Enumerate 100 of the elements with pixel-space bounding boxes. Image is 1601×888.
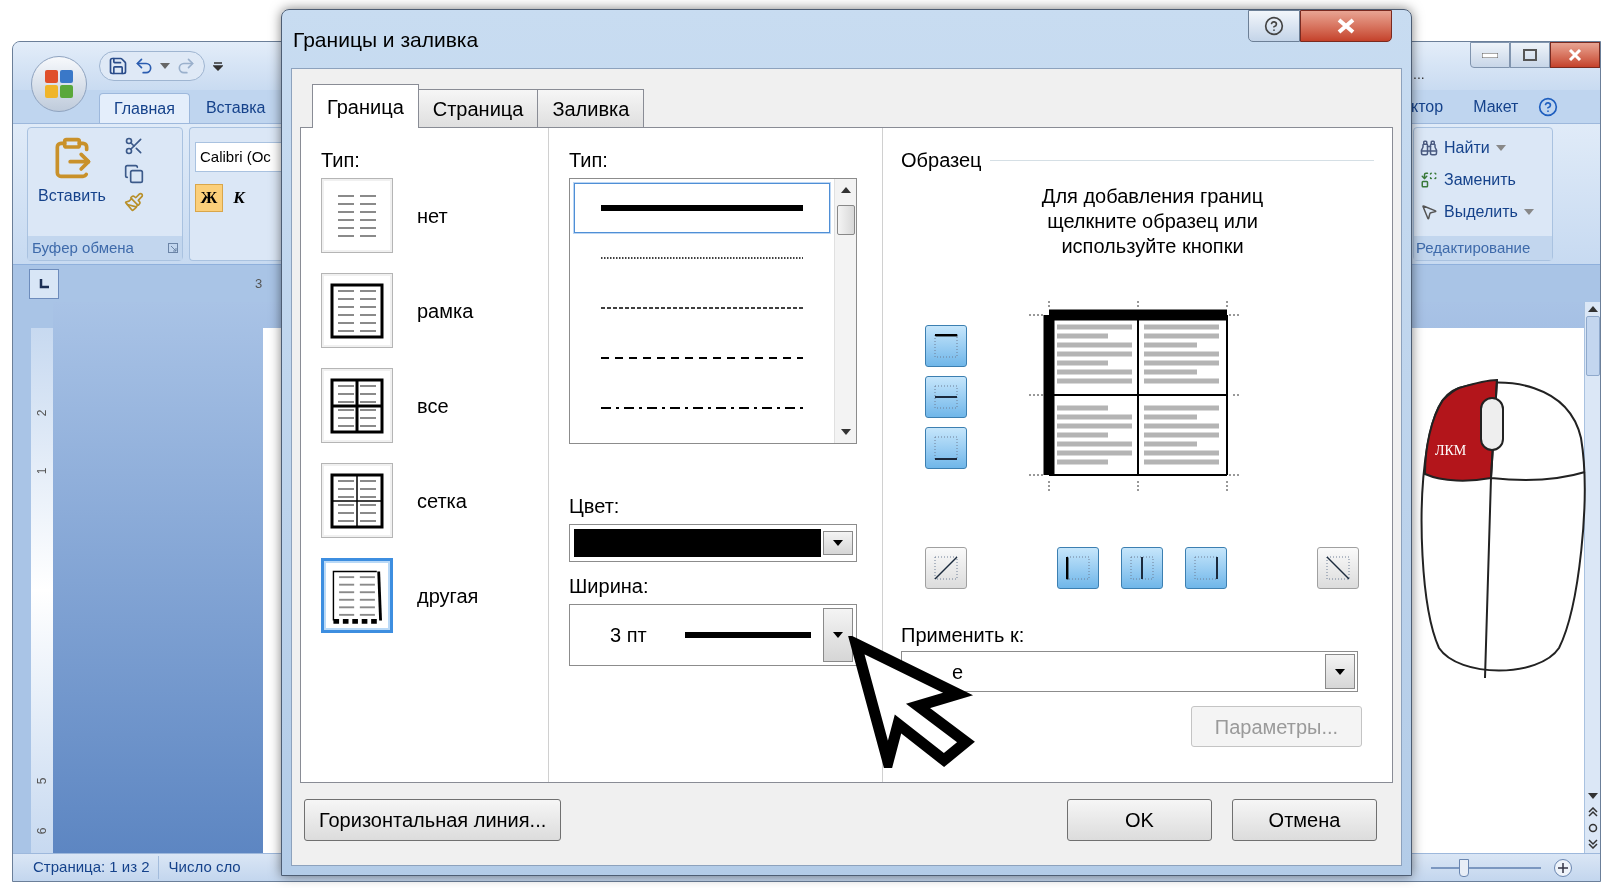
setting-preset-button[interactable] — [321, 463, 393, 538]
caret-icon — [833, 540, 843, 546]
italic-button[interactable]: К — [225, 184, 253, 212]
border-toggle-button[interactable] — [925, 427, 967, 469]
preview-label: Образец — [901, 148, 982, 172]
dialog-tab[interactable]: Граница — [312, 84, 419, 128]
save-icon[interactable] — [108, 56, 128, 76]
border-toggle-button[interactable] — [925, 547, 967, 589]
ribbon-tab[interactable]: Главная — [99, 93, 190, 123]
binoculars-icon — [1420, 139, 1438, 157]
border-toggle-button[interactable] — [1185, 547, 1227, 589]
zoom-in-icon[interactable] — [1553, 857, 1573, 878]
setting-preset-label: нет — [417, 203, 448, 229]
caret-icon — [1335, 668, 1345, 675]
previous-page-icon[interactable] — [1587, 807, 1598, 817]
undo-icon[interactable] — [134, 56, 154, 76]
line-style-icon — [601, 204, 803, 212]
browse-object-icon[interactable] — [1587, 823, 1598, 833]
setting-preset-button[interactable] — [321, 273, 393, 348]
close-icon — [1568, 49, 1582, 61]
setting-preset-label: рамка — [417, 298, 474, 324]
zoom-slider-thumb[interactable] — [1459, 858, 1469, 877]
border-toggle-button[interactable] — [925, 325, 967, 367]
color-label: Цвет: — [569, 494, 621, 518]
tab-stop-selector[interactable] — [29, 268, 59, 299]
editing-command[interactable]: Найти — [1420, 136, 1552, 160]
window-title-fragment: ... — [1413, 65, 1425, 84]
apply-to-label: Применить к: — [901, 623, 1026, 647]
apply-to-dropdown[interactable]: е — [901, 651, 1358, 692]
help-button[interactable] — [1248, 10, 1300, 42]
border-toggle-button[interactable] — [1317, 547, 1359, 589]
scroll-thumb[interactable] — [1585, 316, 1600, 376]
scroll-down-icon — [840, 429, 851, 435]
ok-button[interactable]: OK — [1067, 798, 1212, 841]
dropdown-arrow-button[interactable] — [823, 608, 853, 662]
ribbon-tab[interactable]: Вставка — [191, 93, 280, 123]
line-style-option[interactable] — [574, 183, 830, 233]
setting-preset-label: все — [417, 393, 449, 419]
ruler-number: 6 — [35, 827, 49, 835]
dropdown-arrow-button[interactable] — [823, 531, 853, 555]
caret-icon — [833, 632, 843, 638]
dialog-title: Границы и заливка — [293, 27, 479, 53]
status-text: Страница: 1 из 2 — [33, 856, 159, 879]
help-icon[interactable] — [1538, 97, 1559, 117]
maximize-button[interactable] — [1510, 42, 1550, 68]
setting-preset-button[interactable] — [321, 368, 393, 443]
width-dropdown[interactable]: 3 пт — [569, 604, 857, 666]
dropdown-arrow-button[interactable] — [1325, 654, 1355, 689]
bold-button[interactable]: Ж — [195, 184, 223, 212]
cancel-button[interactable]: Отмена — [1232, 798, 1377, 841]
office-logo-icon — [43, 68, 75, 100]
status-text: Число сло — [168, 857, 242, 878]
caret-icon — [1495, 145, 1506, 151]
pointer-icon — [1420, 203, 1438, 221]
close-icon — [1337, 18, 1355, 34]
line-style-icon — [601, 404, 803, 412]
minimize-button[interactable] — [1470, 42, 1510, 68]
setting-preset-button[interactable] — [321, 558, 393, 633]
horizontal-line-button[interactable]: Горизонтальная линия... — [304, 798, 562, 841]
width-label: Ширина: — [569, 574, 650, 598]
close-button[interactable] — [1300, 10, 1392, 42]
border-toggle-button[interactable] — [1121, 547, 1163, 589]
scroll-down-icon — [1587, 793, 1598, 799]
dialog-tab[interactable]: Заливка — [537, 89, 645, 127]
group-label: Редактирование — [1416, 237, 1531, 258]
paste-button[interactable]: Вставить — [38, 136, 106, 236]
scroll-up-icon — [840, 187, 851, 193]
next-page-icon[interactable] — [1587, 839, 1598, 849]
border-toggle-button[interactable] — [925, 376, 967, 418]
color-dropdown[interactable] — [569, 524, 857, 562]
line-style-icon — [601, 304, 803, 312]
preview-hint: Для добавления границ щелкните образец или используйте кнопки — [1040, 184, 1265, 259]
ruler-number: 2 — [35, 409, 49, 417]
editing-command[interactable]: Выделить — [1420, 200, 1552, 224]
ruler-number: 5 — [35, 777, 49, 785]
apply-to-value: е — [952, 659, 964, 685]
dialog-tab[interactable]: Страница — [417, 89, 539, 127]
scroll-up-icon — [1587, 306, 1598, 312]
scroll-thumb[interactable] — [836, 205, 855, 235]
style-label: Тип: — [569, 148, 609, 172]
line-style-icon — [601, 354, 803, 362]
line-style-listbox[interactable] — [569, 178, 857, 444]
caret-icon — [160, 63, 170, 69]
setting-preset-label: сетка — [417, 488, 467, 514]
ruler-number: 1 — [35, 467, 49, 475]
copy-icon[interactable] — [123, 164, 144, 184]
ribbon-tab[interactable]: ктор — [1411, 93, 1454, 121]
scroll-bar[interactable] — [1584, 302, 1600, 853]
zoom-slider[interactable] — [1431, 857, 1541, 878]
line-width-sample-icon — [684, 631, 811, 639]
close-button[interactable] — [1550, 42, 1600, 68]
font-name-field[interactable]: Calibri (Ос — [195, 142, 281, 172]
customize-toolbar-icon[interactable] — [213, 61, 223, 71]
scroll-bar[interactable] — [834, 179, 856, 443]
editing-command[interactable]: Заменить — [1420, 168, 1552, 192]
border-toggle-button[interactable] — [1057, 547, 1099, 589]
scissors-icon[interactable] — [123, 136, 144, 156]
ribbon-tab[interactable]: Макет — [1463, 93, 1529, 121]
setting-label: Тип: — [321, 148, 361, 172]
dialog-launcher-icon[interactable] — [168, 243, 178, 253]
